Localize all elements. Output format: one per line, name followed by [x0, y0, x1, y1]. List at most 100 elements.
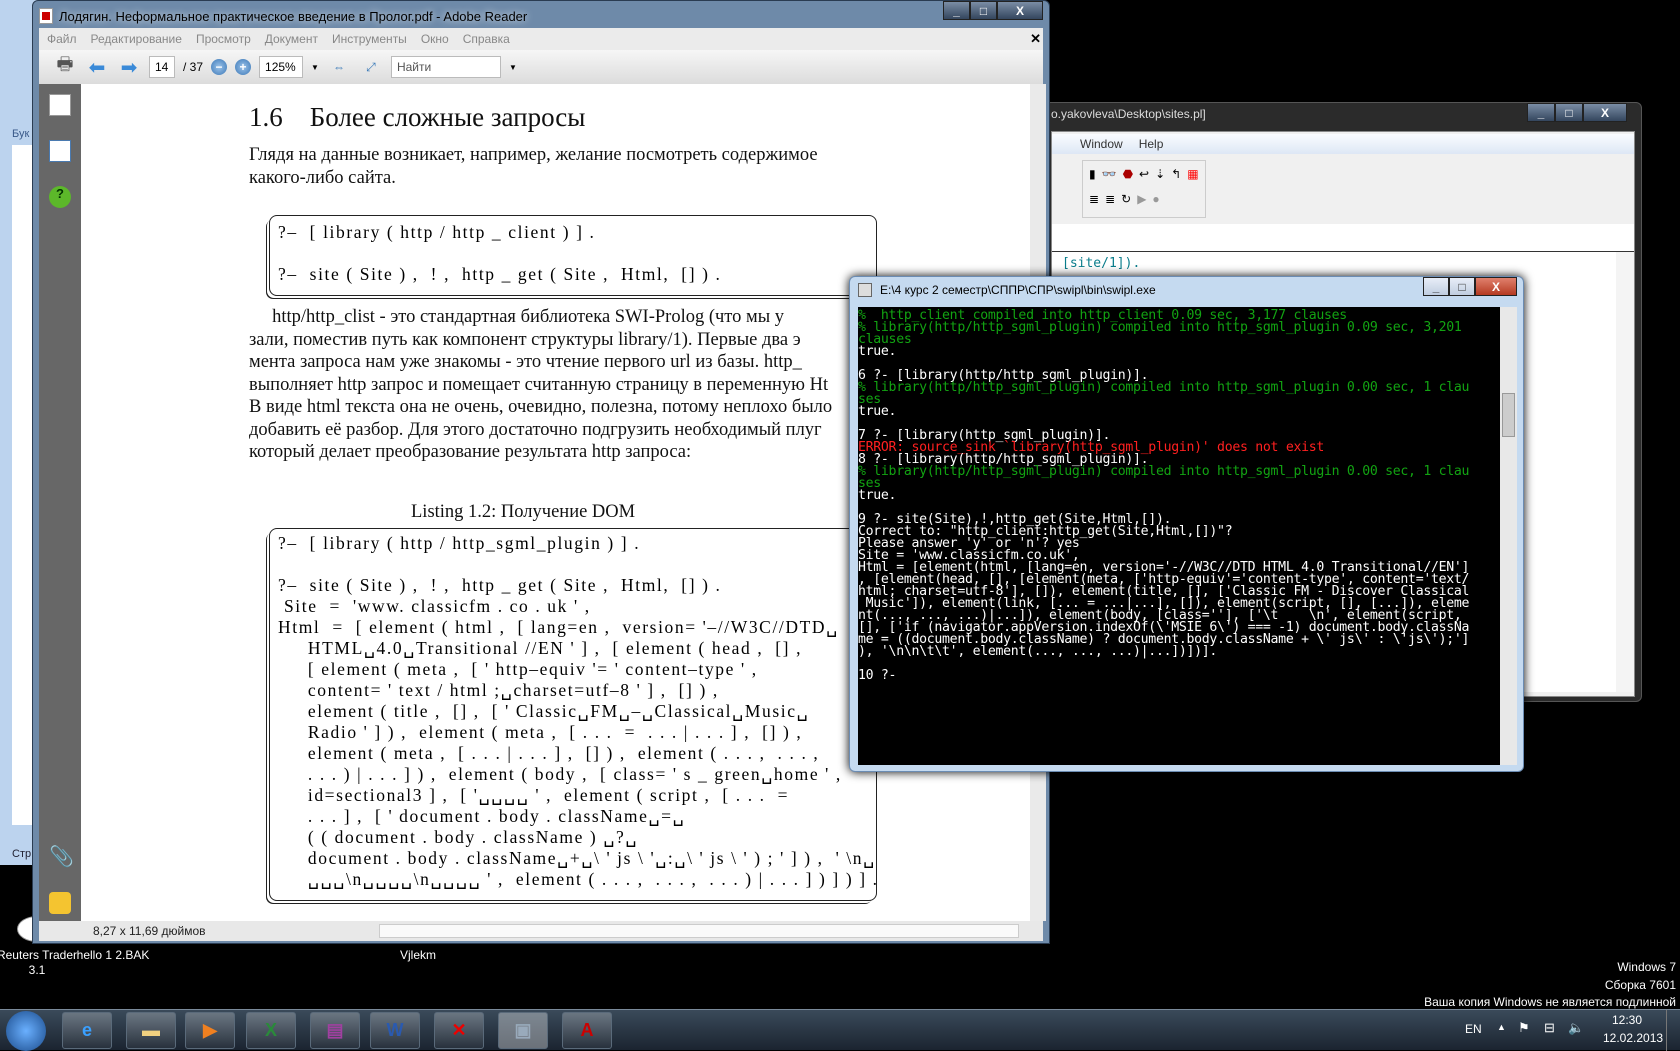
menu-item[interactable]: Редактирование	[91, 32, 182, 46]
adobe-reader-icon[interactable]: A	[562, 1012, 612, 1049]
fit-page-icon[interactable]: ⤢	[359, 55, 383, 79]
console-output[interactable]: % http_client compiled into http_client …	[858, 307, 1500, 765]
text-line: Site = 'www. classicfm . co . uk ' ,	[278, 596, 591, 616]
zoom-out-button[interactable]: −	[211, 59, 228, 75]
menu-help[interactable]: Help	[1139, 137, 1164, 151]
maximize-button[interactable]: □	[1555, 103, 1583, 122]
excel-icon[interactable]: X	[246, 1012, 296, 1049]
horizontal-scrollbar[interactable]	[379, 924, 1019, 938]
navigation-sidebar: ? 📎	[39, 84, 81, 921]
scroll-thumb[interactable]	[1502, 393, 1515, 437]
close-button[interactable]: X	[1583, 103, 1627, 122]
winrar-icon[interactable]: ▤	[310, 1012, 360, 1049]
minimize-button[interactable]: _	[1423, 277, 1449, 296]
chevron-down-icon[interactable]: ▼	[311, 63, 319, 72]
maximize-button[interactable]: □	[970, 1, 997, 20]
paragraph: Глядя на данные возникает, например, жел…	[249, 144, 818, 189]
page-number-input[interactable]: 14	[149, 56, 175, 78]
page-total: / 37	[183, 60, 204, 74]
text-line: мента запроса нам уже знакомы - это чтен…	[249, 352, 802, 372]
menu-item[interactable]: Файл	[47, 32, 77, 46]
skip-icon[interactable]: ⇣	[1155, 167, 1165, 186]
zoom-in-button[interactable]: +	[235, 59, 252, 75]
breakpoints-icon[interactable]: ▦	[1187, 167, 1198, 186]
close-button[interactable]: X	[997, 1, 1043, 20]
internet-explorer-icon[interactable]: e	[62, 1012, 112, 1049]
network-icon[interactable]: ⊟	[1544, 1020, 1555, 1036]
previous-page-button[interactable]: ⬅	[85, 55, 109, 79]
stop-icon[interactable]: ⬣	[1123, 167, 1133, 186]
maximize-button[interactable]: □	[1449, 277, 1475, 296]
text-line: ?– site ( Site ) , ! , http _ get ( Site…	[278, 575, 722, 595]
help-icon[interactable]: ?	[49, 186, 71, 208]
vertical-scrollbar[interactable]	[1500, 307, 1517, 765]
console-line: ), '\n\n\t\t', element(..., ..., ...)|..…	[858, 644, 1218, 659]
console-line: true.	[858, 344, 897, 359]
bookmarks-icon[interactable]	[49, 140, 71, 162]
zoom-select[interactable]: 125%	[259, 56, 304, 78]
menu-item[interactable]: Документ	[265, 32, 318, 46]
nodebug-icon[interactable]: ≣	[1105, 192, 1115, 211]
close-document-icon[interactable]: ✕	[1030, 31, 1041, 47]
step-icon[interactable]: ↩	[1139, 167, 1149, 186]
language-indicator[interactable]: EN	[1465, 1022, 1482, 1036]
active-window-icon[interactable]: ▣	[498, 1012, 548, 1049]
console-line: 10 ?-	[858, 668, 897, 683]
play-icon[interactable]: ▶	[1137, 192, 1146, 211]
taskbar: e ▬ ▶ X ▤ W ✕ ▣ A EN ▲ ⚑ ⊟ 🔈 12:30 12.02…	[0, 1009, 1680, 1051]
window-title: Лодягин. Неформальное практическое введе…	[59, 8, 528, 24]
up-icon[interactable]: ↰	[1171, 167, 1181, 186]
spy-icon[interactable]: 👓	[1102, 167, 1117, 186]
text-line: выполняет http запрос и помещает считанн…	[249, 374, 829, 395]
media-player-icon[interactable]: ▶	[185, 1012, 235, 1049]
text-line: Radio ' ] ) , element ( meta , [ . . . =…	[278, 722, 803, 742]
word-status-label: Стр	[12, 848, 32, 860]
text-line: content= ' text / html ;␣charset=utf–8 '…	[278, 680, 719, 700]
menu-item[interactable]: Просмотр	[196, 32, 251, 46]
text-line: добавить её разбор. Для этого достаточно…	[249, 419, 822, 440]
menu-item[interactable]: Справка	[463, 32, 510, 46]
clock-time[interactable]: 12:30	[1612, 1013, 1642, 1027]
text-line: . . . ) | . . . ] ) , element ( body , […	[278, 764, 842, 784]
fit-width-icon[interactable]: ⇔	[327, 55, 351, 79]
comments-icon[interactable]	[49, 892, 71, 914]
text-line: . . . ] , [ ' document . body . classNam…	[278, 806, 686, 826]
clock-date[interactable]: 12.02.2013	[1603, 1031, 1663, 1045]
console-line: true.	[858, 488, 897, 503]
up-list-icon[interactable]: ≣	[1089, 192, 1099, 211]
swipl-icon[interactable]: ✕	[434, 1012, 484, 1049]
pages-icon[interactable]	[49, 94, 71, 116]
menu-item[interactable]: Инструменты	[332, 32, 407, 46]
menu-bar: Файл Редактирование Просмотр Документ Инстру…	[39, 28, 1043, 50]
code-box: ?– [ library ( http / http _ client ) ] …	[269, 215, 877, 296]
minimize-button[interactable]: _	[943, 1, 970, 20]
text-line: ␣␣␣\n␣␣␣␣\n␣␣␣␣ ' , element ( . . . , . …	[278, 869, 879, 889]
pdf-icon	[39, 8, 53, 24]
menu-item[interactable]: Окно	[421, 32, 449, 46]
start-button[interactable]	[6, 1011, 46, 1051]
menu-window[interactable]: Window	[1080, 137, 1123, 151]
find-input[interactable]: Найти	[390, 56, 501, 78]
flag-icon[interactable]: ⚑	[1518, 1020, 1530, 1036]
minimize-button[interactable]: _	[1527, 103, 1555, 122]
chevron-down-icon[interactable]: ▼	[509, 63, 517, 72]
word-icon[interactable]: W	[370, 1012, 420, 1049]
text-line	[278, 554, 879, 575]
explorer-icon[interactable]: ▬	[126, 1012, 176, 1049]
save-icon[interactable]: ▮	[1089, 167, 1096, 186]
attachment-icon[interactable]: 📎	[49, 844, 74, 868]
record-icon[interactable]: ●	[1152, 192, 1159, 211]
next-page-button[interactable]: ➡	[117, 55, 141, 79]
console-line: % library(http/http_sgml_plugin) compile…	[858, 380, 1470, 395]
text-line: ?– [ library ( http / http _ client ) ] …	[278, 222, 596, 242]
swipl-console-window[interactable]: E:\4 курс 2 семестр\СППР\СПР\swipl\bin\s…	[849, 276, 1524, 772]
print-icon[interactable]: 🖶	[53, 54, 77, 79]
vertical-scrollbar[interactable]	[1616, 252, 1634, 692]
show-desktop-button[interactable]	[1666, 1010, 1680, 1051]
tray-expand-icon[interactable]: ▲	[1497, 1022, 1506, 1032]
text-line: id=sectional3 ] , [ '␣␣␣␣ ' , element ( …	[278, 785, 790, 805]
volume-icon[interactable]: 🔈	[1568, 1020, 1584, 1036]
close-button[interactable]: X	[1475, 277, 1517, 296]
retry-icon[interactable]: ↻	[1121, 192, 1131, 211]
